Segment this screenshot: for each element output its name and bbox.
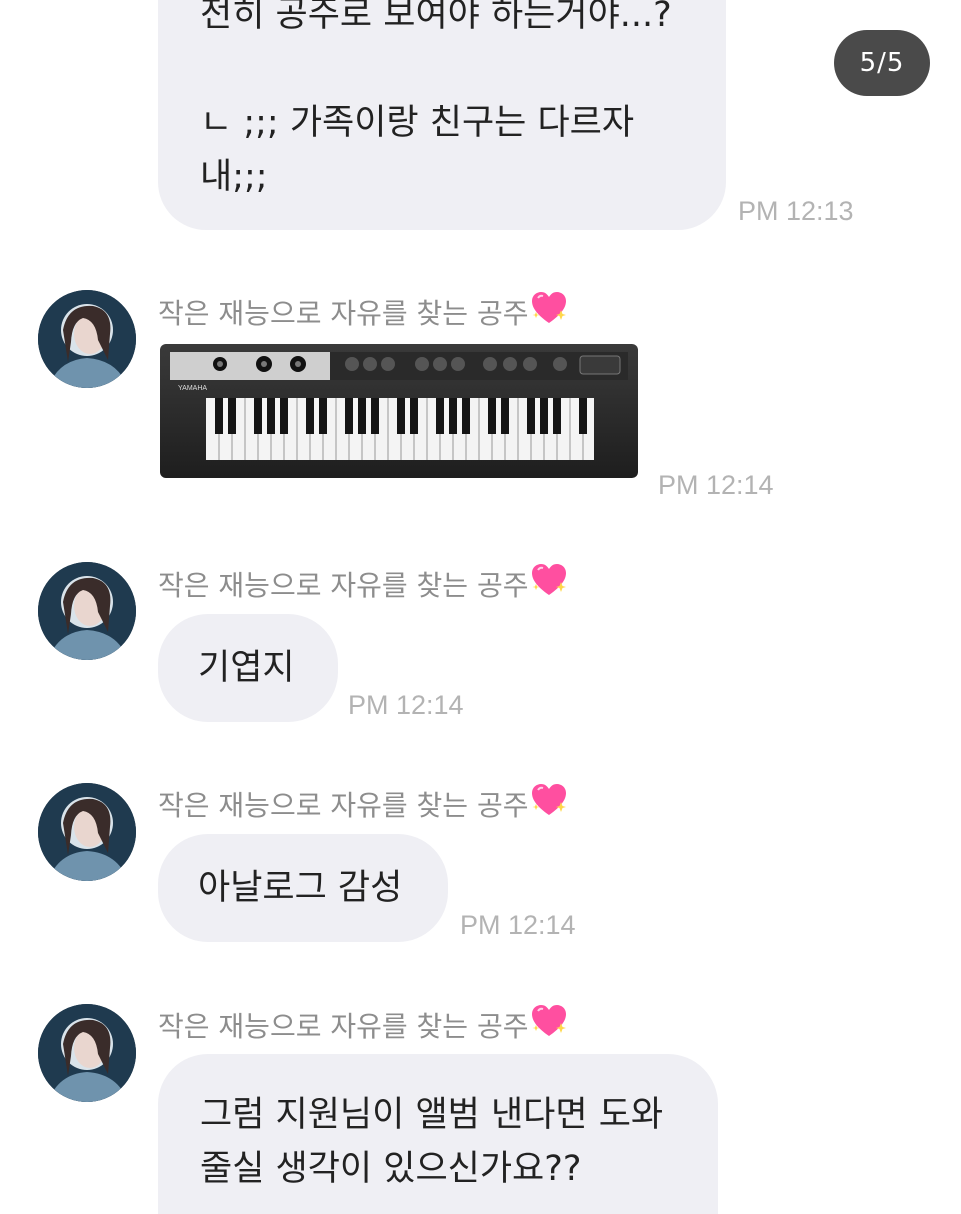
sparkling-heart-icon [530,782,568,825]
message-bubble: 전히 공주로 보여야 하는거야...? ㄴ ;;; 가족이랑 친구는 다르자 내… [158,0,726,230]
message-bubble: 기엽지 [158,614,338,722]
message-timestamp: PM 12:14 [460,910,576,940]
message-line: ㄴ ;;; 가족이랑 친구는 다르자 [200,103,635,143]
sparkling-heart-icon [530,1003,568,1046]
message-timestamp: PM 12:13 [738,196,854,226]
sender-name: 작은 재능으로 자유를 찾는 공주 [158,782,568,825]
message-timestamp: PM 12:14 [348,690,464,720]
keyboard-synthesizer-photo[interactable]: YAMAHA [160,340,640,486]
message-bubble: 아날로그 감성 [158,834,448,942]
message-line: 기엽지 [198,648,295,688]
sender-name: 작은 재능으로 자유를 찾는 공주 [158,290,568,333]
sender-name-text: 작은 재능으로 자유를 찾는 공주 [158,296,529,330]
sparkling-heart-icon [530,562,568,605]
avatar[interactable] [38,290,136,388]
message-line: 줄실 생각이 있으신가요?? [200,1149,582,1189]
sender-name-text: 작은 재능으로 자유를 찾는 공주 [158,1009,529,1043]
sender-name-text: 작은 재능으로 자유를 찾는 공주 [158,568,529,602]
message-timestamp: PM 12:14 [658,470,774,500]
sender-name: 작은 재능으로 자유를 찾는 공주 [158,562,568,605]
message-line: 아날로그 감성 [198,868,403,908]
avatar[interactable] [38,562,136,660]
message-bubble: 그럼 지원님이 앨범 낸다면 도와 줄실 생각이 있으신가요?? [158,1054,718,1214]
brand-label: YAMAHA [178,385,207,392]
message-line: 전히 공주로 보여야 하는거야...? [200,0,672,35]
message-line: 그럼 지원님이 앨범 낸다면 도와 [200,1095,664,1135]
message-line [200,42,686,96]
sparkling-heart-icon [530,290,568,333]
avatar[interactable] [38,783,136,881]
sender-name: 작은 재능으로 자유를 찾는 공주 [158,1003,568,1046]
avatar[interactable] [38,1004,136,1102]
page-counter: 5/5 [834,30,930,96]
message-line: 내;;; [200,157,268,197]
sender-name-text: 작은 재능으로 자유를 찾는 공주 [158,788,529,822]
